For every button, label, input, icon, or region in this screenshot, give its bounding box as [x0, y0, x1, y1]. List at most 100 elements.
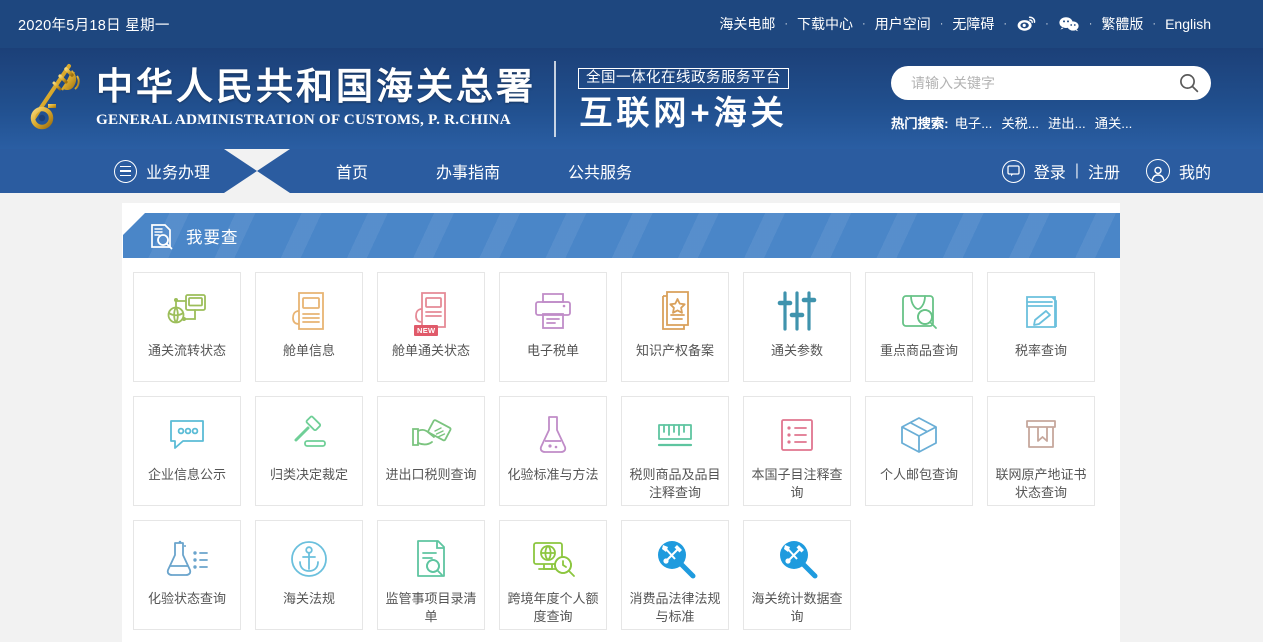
tile-label: 知识产权备案 [628, 342, 722, 360]
tile-origin-certificate-status-query[interactable]: 联网原产地证书状态查询 [987, 396, 1095, 506]
tile-label: 舱单信息 [262, 342, 356, 360]
flask-standards-icon [534, 411, 572, 459]
tile-consumer-goods-laws-standards[interactable]: 消费品法律法规与标准 [621, 520, 729, 630]
hot-search-item-1[interactable]: 电子... [955, 113, 993, 132]
tile-label: 联网原产地证书状态查询 [994, 466, 1088, 501]
search-input[interactable] [911, 75, 1175, 91]
current-date: 2020年5月18日 星期一 [18, 14, 170, 35]
masthead: 中华人民共和国海关总署 GENERAL ADMINISTRATION OF CU… [0, 48, 1263, 149]
topbar-link-customs-email[interactable]: 海关电邮 [719, 14, 775, 34]
separator-dot: · [1143, 18, 1165, 30]
separator-dot: · [1080, 18, 1102, 30]
page-body: 我要查 通关流转状态 [0, 193, 1263, 642]
topbar-link-user-space[interactable]: 用户空间 [875, 14, 931, 34]
tile-label: 海关法规 [262, 590, 356, 608]
nav-business-menu[interactable]: 业务办理 [114, 159, 210, 183]
tile-label: 个人邮包查询 [872, 466, 966, 484]
nav-item-home[interactable]: 首页 [302, 159, 402, 183]
list-notes-icon [776, 411, 818, 459]
tile-import-export-tariff-query[interactable]: 进出口税则查询 [377, 396, 485, 506]
tile-electronic-tax-bill[interactable]: 电子税单 [499, 272, 607, 382]
hot-search-item-3[interactable]: 进出... [1048, 113, 1086, 132]
main-navigation: 业务办理 首页 办事指南 公共服务 登录 | 注册 我的 [0, 149, 1263, 193]
tile-lab-standards-methods[interactable]: 化验标准与方法 [499, 396, 607, 506]
tile-customs-statistics-query[interactable]: 海关统计数据查询 [743, 520, 851, 630]
masthead-divider [554, 61, 556, 137]
tile-label: 归类决定裁定 [262, 466, 356, 484]
topbar-link-accessibility[interactable]: 无障碍 [952, 14, 994, 34]
tile-tax-rate-query[interactable]: 税率查询 [987, 272, 1095, 382]
new-badge: NEW [414, 325, 438, 336]
tile-customs-clearance-status[interactable]: 通关流转状态 [133, 272, 241, 382]
my-account[interactable]: 我的 [1146, 159, 1211, 183]
tile-cross-border-annual-quota-query[interactable]: 跨境年度个人额度查询 [499, 520, 607, 630]
search-box[interactable] [891, 66, 1211, 100]
nav-items: 首页 办事指南 公共服务 [302, 159, 666, 183]
tile-label: 税则商品及品目注释查询 [628, 466, 722, 501]
section-title: 我要查 [186, 224, 239, 248]
search-icon [1178, 72, 1200, 94]
tile-label: 通关参数 [750, 342, 844, 360]
platform-tagline: 全国一体化在线政务服务平台 [578, 68, 789, 90]
tile-key-commodity-query[interactable]: 重点商品查询 [865, 272, 973, 382]
tile-ip-registration[interactable]: 知识产权备案 [621, 272, 729, 382]
hamburger-icon [114, 160, 137, 183]
magnifier-stats-icon [775, 535, 819, 583]
tile-label: 税率查询 [994, 342, 1088, 360]
parcel-box-icon [897, 411, 941, 459]
wechat-icon[interactable] [1058, 16, 1080, 32]
tile-label: 化验状态查询 [140, 590, 234, 608]
nav-left-group: 业务办理 首页 办事指南 公共服务 [0, 149, 666, 193]
top-utility-bar: 2020年5月18日 星期一 海关电邮 · 下载中心 · 用户空间 · 无障碍 … [0, 0, 1263, 48]
tile-enterprise-info-disclosure[interactable]: 企业信息公示 [133, 396, 241, 506]
topbar-link-traditional-chinese[interactable]: 繁體版 [1101, 14, 1143, 34]
tile-manifest-clearance-status[interactable]: NEW 舱单通关状态 [377, 272, 485, 382]
manifest-clearance-icon: NEW [410, 287, 452, 335]
tile-national-subheading-notes-query[interactable]: 本国子目注释查询 [743, 396, 851, 506]
top-links: 海关电邮 · 下载中心 · 用户空间 · 无障碍 · · [719, 14, 1211, 34]
separator-dot: · [853, 18, 875, 30]
weibo-icon[interactable] [1016, 16, 1036, 32]
nav-bowtie-divider [224, 149, 290, 193]
tile-label: 重点商品查询 [872, 342, 966, 360]
anchor-circle-icon [287, 535, 331, 583]
nav-item-guide[interactable]: 办事指南 [402, 159, 534, 183]
nav-separator: | [1075, 162, 1079, 180]
customs-emblem-icon [22, 60, 88, 138]
tile-lab-status-query[interactable]: 化验状态查询 [133, 520, 241, 630]
platform-name: 互联网+海关 [578, 96, 789, 129]
separator-dot: · [1036, 18, 1058, 30]
ruler-tariff-icon [652, 411, 698, 459]
separator-dot: · [931, 18, 953, 30]
hot-search-label: 热门搜索: [891, 113, 949, 132]
login-link[interactable]: 登录 [1034, 159, 1066, 183]
hot-search-item-2[interactable]: 关税... [1001, 113, 1039, 132]
tile-customs-regulations[interactable]: 海关法规 [255, 520, 363, 630]
magnifier-tools-icon [653, 535, 697, 583]
platform-block: 全国一体化在线政务服务平台 互联网+海关 [578, 68, 789, 130]
brand-title-cn: 中华人民共和国海关总署 [96, 68, 536, 109]
decorative-stripes [123, 213, 1120, 258]
register-link[interactable]: 注册 [1088, 159, 1120, 183]
tile-manifest-information[interactable]: 舱单信息 [255, 272, 363, 382]
brand-block: 中华人民共和国海关总署 GENERAL ADMINISTRATION OF CU… [96, 68, 536, 130]
sliders-parameters-icon [777, 287, 817, 335]
search-button[interactable] [1175, 72, 1203, 94]
tile-supervision-catalog-list[interactable]: 监管事项目录清单 [377, 520, 485, 630]
tile-label: 化验标准与方法 [506, 466, 600, 484]
tile-classification-ruling[interactable]: 归类决定裁定 [255, 396, 363, 506]
topbar-link-download-center[interactable]: 下载中心 [797, 14, 853, 34]
hot-search-item-4[interactable]: 通关... [1095, 113, 1133, 132]
nav-item-public-service[interactable]: 公共服务 [534, 159, 666, 183]
topbar-link-english[interactable]: English [1165, 16, 1211, 32]
shopping-bag-search-icon [897, 287, 941, 335]
flask-status-list-icon [164, 535, 210, 583]
tile-personal-parcel-query[interactable]: 个人邮包查询 [865, 396, 973, 506]
tile-tariff-commodity-notes-query[interactable]: 税则商品及品目注释查询 [621, 396, 729, 506]
tile-label: 消费品法律法规与标准 [628, 590, 722, 625]
tile-label: 企业信息公示 [140, 466, 234, 484]
manifest-document-icon [288, 287, 330, 335]
tile-label: 跨境年度个人额度查询 [506, 590, 600, 625]
tile-label: 海关统计数据查询 [750, 590, 844, 625]
tile-clearance-parameters[interactable]: 通关参数 [743, 272, 851, 382]
